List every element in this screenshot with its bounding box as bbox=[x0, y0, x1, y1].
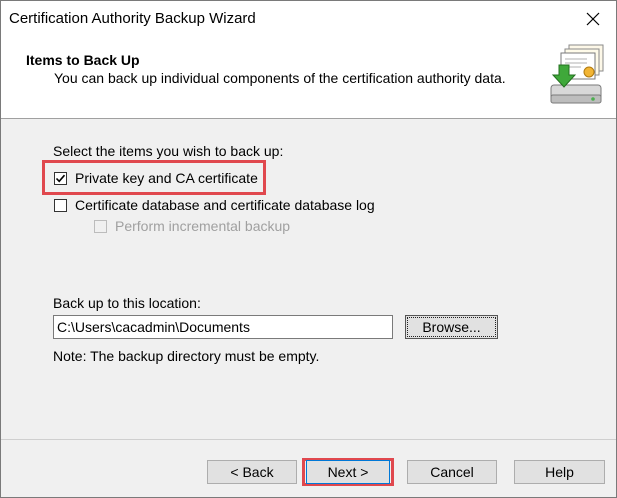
browse-button-label: Browse... bbox=[407, 317, 496, 337]
wizard-footer: < Back Next > Cancel Help bbox=[1, 439, 616, 497]
cancel-button[interactable]: Cancel bbox=[407, 460, 497, 484]
window-title: Certification Authority Backup Wizard bbox=[9, 10, 256, 27]
close-button[interactable] bbox=[570, 1, 616, 37]
incremental-backup-label: Perform incremental backup bbox=[115, 218, 291, 234]
private-key-label[interactable]: Private key and CA certificate bbox=[75, 170, 258, 186]
wizard-header: Items to Back Up You can back up individ… bbox=[1, 37, 616, 119]
location-label: Back up to this location: bbox=[53, 295, 201, 311]
help-button[interactable]: Help bbox=[514, 460, 605, 484]
private-key-checkbox[interactable] bbox=[54, 172, 67, 185]
checkmark-icon bbox=[55, 174, 66, 183]
title-bar: Certification Authority Backup Wizard bbox=[1, 1, 616, 37]
page-subtitle: You can back up individual components of… bbox=[54, 70, 506, 86]
backup-wizard-window: Certification Authority Backup Wizard It… bbox=[0, 0, 617, 498]
backup-wizard-icon bbox=[547, 39, 611, 111]
items-prompt: Select the items you wish to back up: bbox=[53, 143, 284, 159]
backup-note: Note: The backup directory must be empty… bbox=[53, 348, 320, 364]
cert-database-checkbox[interactable] bbox=[54, 199, 67, 212]
cert-database-label[interactable]: Certificate database and certificate dat… bbox=[75, 197, 375, 213]
backup-location-input[interactable] bbox=[53, 315, 393, 339]
incremental-backup-checkbox bbox=[94, 220, 107, 233]
wizard-body: Select the items you wish to back up: Pr… bbox=[1, 119, 616, 439]
close-icon bbox=[586, 12, 600, 26]
page-title: Items to Back Up bbox=[26, 52, 140, 68]
next-button[interactable]: Next > bbox=[306, 460, 390, 484]
browse-button[interactable]: Browse... bbox=[405, 315, 498, 339]
back-button[interactable]: < Back bbox=[207, 460, 297, 484]
